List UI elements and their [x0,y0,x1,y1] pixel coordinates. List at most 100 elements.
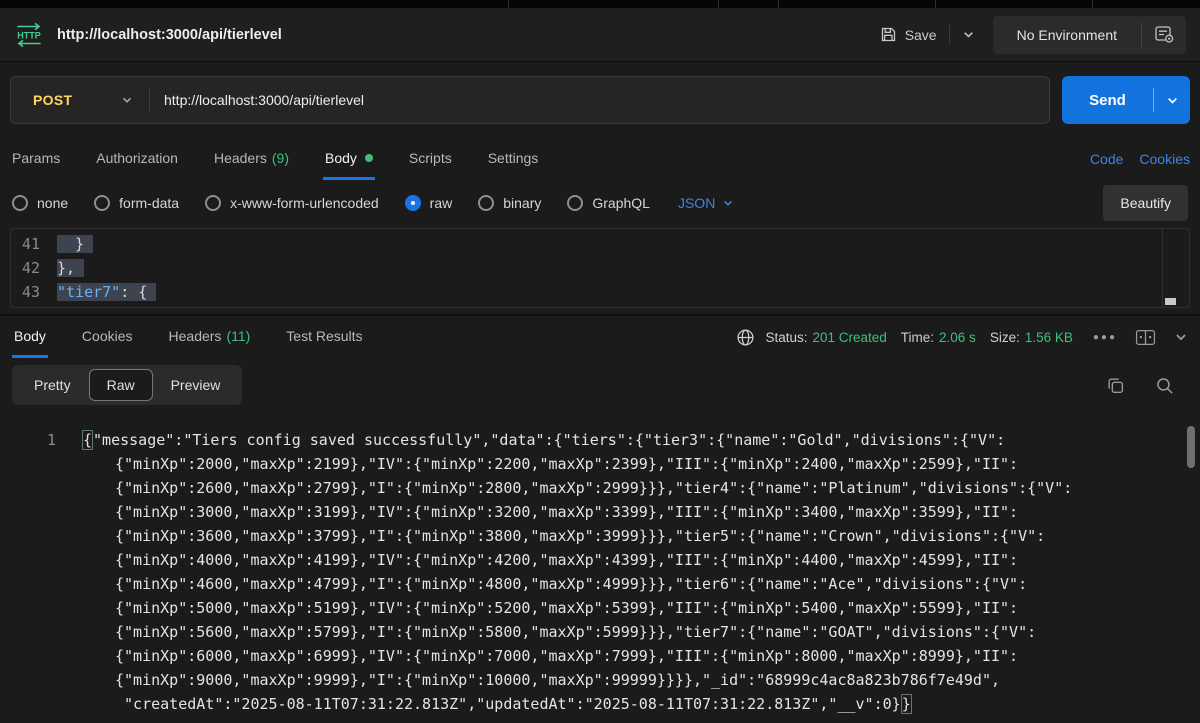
response-text: "message":"Tiers config saved successful… [93,431,1006,449]
chevron-down-icon [722,197,734,209]
send-options-chevron-icon[interactable] [1154,94,1190,107]
response-line: {"minXp":4600,"maxXp":4799},"I":{"minXp"… [82,572,1176,596]
response-text: {"minXp":3000,"maxXp":3199},"IV":{"minXp… [115,503,1019,521]
body-modified-dot [364,153,373,162]
tab-label: Scripts [408,149,452,166]
send-button[interactable]: Send [1062,76,1190,124]
response-meta: Status: 201 Created Time: 2.06 s Size: 1… [736,316,1188,358]
save-options-chevron-icon[interactable] [962,28,975,41]
selected-text: } [57,235,94,253]
body-mode-graphql[interactable]: GraphQL [567,195,650,211]
window-tab-strip [0,0,1200,8]
line-number: 43 [21,283,40,301]
language-selector[interactable]: JSON [678,195,734,211]
mode-label: x-www-form-urlencoded [230,195,379,211]
tab-label: Headers [168,327,222,344]
tab-label: Params [12,149,61,166]
send-label: Send [1089,91,1126,109]
response-tab-headers[interactable]: Headers (11) [167,316,253,358]
radio-selected-icon [404,195,421,211]
view-raw[interactable]: Raw [88,369,153,401]
view-pretty[interactable]: Pretty [16,369,89,401]
environment-selector[interactable]: No Environment [993,16,1141,54]
response-scrollbar-thumb[interactable] [1187,426,1195,468]
response-line: {"minXp":2000,"maxXp":2199},"IV":{"minXp… [82,452,1176,476]
tab-divider [778,0,779,8]
radio-icon [478,195,495,211]
mode-label: raw [429,195,453,211]
body-mode-x-www-form-urlencoded[interactable]: x-www-form-urlencoded [205,195,379,211]
response-tab-body[interactable]: Body [12,316,48,358]
response-line: {"minXp":3600,"maxXp":3799},"I":{"minXp"… [82,524,1176,548]
tab-params[interactable]: Params [10,138,62,180]
editor-scrollbar-thumb[interactable] [1165,298,1176,305]
time-label: Time: [900,329,935,345]
environment-group: No Environment [992,15,1186,54]
response-line: {"minXp":6000,"maxXp":6999},"IV":{"minXp… [82,644,1176,668]
response-text: {"minXp":5000,"maxXp":5199},"IV":{"minXp… [115,599,1019,617]
editor-line: 43 "tier7": { [11,280,1189,304]
tab-divider [508,0,509,8]
response-text: {"minXp":6000,"maxXp":6999},"IV":{"minXp… [115,647,1019,665]
request-title: http://localhost:3000/api/tierlevel [57,26,282,43]
tab-body[interactable]: Body [323,138,375,180]
language-label: JSON [677,195,716,211]
body-mode-binary[interactable]: binary [478,195,541,211]
response-line: {"minXp":2600,"maxXp":2799},"I":{"minXp"… [82,476,1176,500]
json-key: "tier7" [57,283,121,301]
response-line: {"minXp":5600,"maxXp":5799},"I":{"minXp"… [82,620,1176,644]
tab-divider [718,0,719,8]
save-label: Save [904,26,937,43]
response-panel: Body Cookies Headers (11) Test Results S… [0,314,1200,716]
radio-icon [94,195,111,211]
body-mode-none[interactable]: none [12,195,68,211]
cookies-link[interactable]: Cookies [1139,151,1190,167]
response-tab-cookies[interactable]: Cookies [80,316,135,358]
matched-bracket: } [900,694,912,714]
response-text: {"minXp":5600,"maxXp":5799},"I":{"minXp"… [115,623,1037,641]
method-selector[interactable]: POST [11,92,149,108]
copy-icon[interactable] [1106,376,1125,395]
response-text: "createdAt":"2025-08-11T07:31:22.813Z","… [115,695,901,713]
body-mode-raw[interactable]: raw [404,195,453,211]
response-tab-test-results[interactable]: Test Results [284,316,364,358]
search-icon[interactable] [1155,376,1174,395]
response-raw-text: {"message":"Tiers config saved successfu… [0,414,1200,716]
body-mode-form-data[interactable]: form-data [94,195,179,211]
tab-divider [935,0,936,8]
url-box: POST [10,76,1050,124]
response-line: {"minXp":5000,"maxXp":5199},"IV":{"minXp… [82,596,1176,620]
collapse-response-chevron-icon[interactable] [1174,330,1188,344]
tab-label: Body [14,327,46,344]
mode-label: binary [503,195,542,211]
divider [948,24,950,45]
response-text: {"minXp":9000,"maxXp":9999},"I":{"minXp"… [115,671,1001,689]
layout-panes-icon[interactable] [1135,329,1156,346]
http-request-icon: HTTP [14,22,44,48]
size-label: Size: [989,329,1020,345]
radio-icon [567,195,584,211]
tab-settings[interactable]: Settings [486,138,541,180]
matched-bracket: { [82,430,94,450]
tab-scripts[interactable]: Scripts [407,138,454,180]
view-preview[interactable]: Preview [153,369,239,401]
code-link[interactable]: Code [1090,151,1123,167]
editor-line: 42 }, [11,256,1189,280]
response-line: "createdAt":"2025-08-11T07:31:22.813Z","… [82,692,1176,716]
network-globe-icon[interactable] [736,328,755,347]
response-line: {"minXp":4000,"maxXp":4199},"IV":{"minXp… [82,548,1176,572]
save-button[interactable]: Save [880,26,937,43]
response-body[interactable]: 1 {"message":"Tiers config saved success… [0,414,1200,716]
url-input[interactable] [164,92,1049,108]
editor-scrollbar[interactable] [1162,229,1177,307]
time-value: 2.06 s [939,329,976,345]
status-label: Status: [765,329,808,345]
response-line-number: 1 [46,431,56,449]
request-body-editor[interactable]: 41 } 42 }, 43 "tier7": { [10,228,1190,308]
environment-quick-look-button[interactable] [1142,16,1186,54]
tab-headers[interactable]: Headers (9) [212,138,291,180]
response-line: {"message":"Tiers config saved successfu… [82,428,1176,452]
tab-authorization[interactable]: Authorization [94,138,180,180]
more-actions-icon[interactable]: ●●● [1093,332,1117,343]
beautify-button[interactable]: Beautify [1103,185,1188,221]
